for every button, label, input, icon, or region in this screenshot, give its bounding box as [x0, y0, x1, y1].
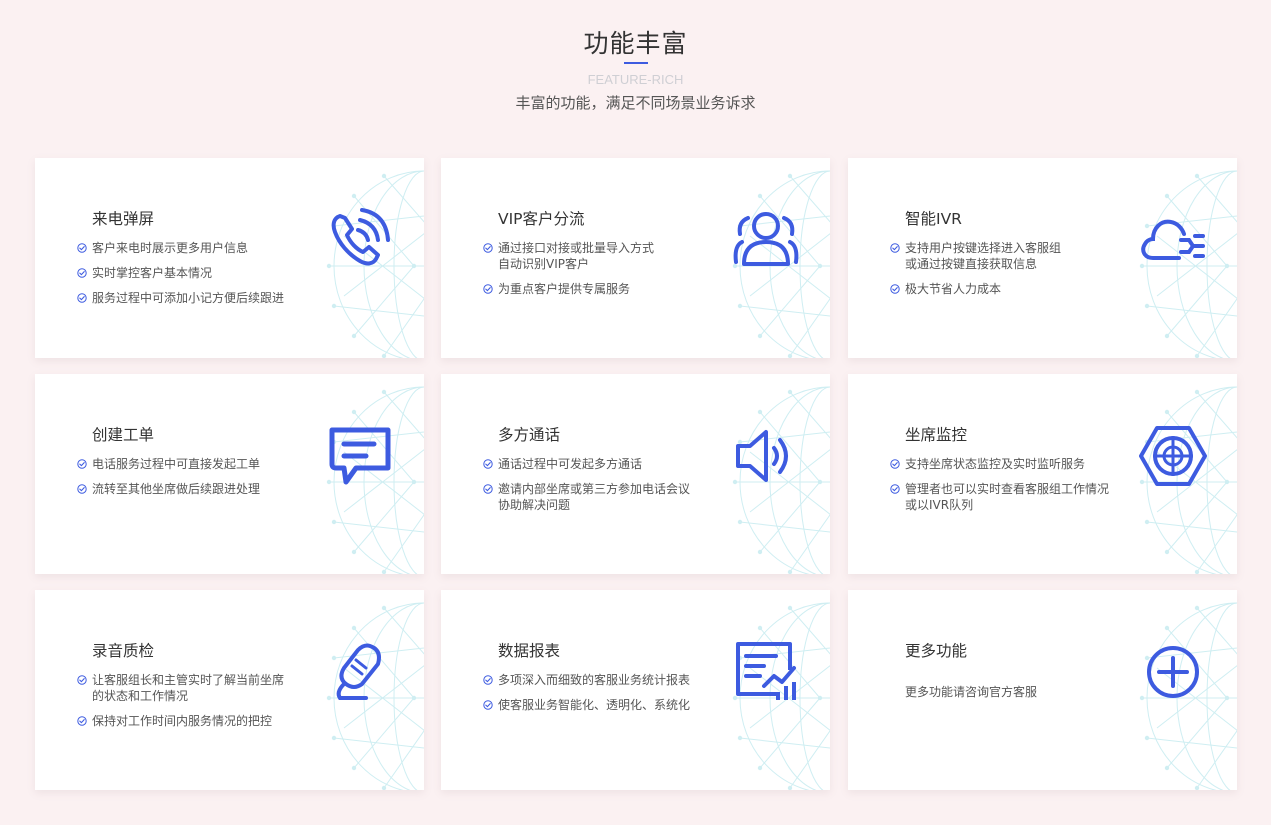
check-circle-icon [77, 716, 87, 726]
list-item-text: 自动识别VIP客户 [498, 257, 589, 271]
list-item: 实时掌控客户基本情况 [77, 265, 337, 281]
list-item-text: 邀请内部坐席或第三方参加电话会议 [498, 482, 691, 496]
check-circle-icon [890, 284, 900, 294]
list-item: 为重点客户提供专属服务 [483, 281, 743, 297]
list-item-text: 极大节省人力成本 [905, 282, 1002, 296]
list-item: 通过接口对接或批量导入方式 自动识别VIP客户 [483, 240, 743, 272]
list-item-text: 的状态和工作情况 [92, 689, 189, 703]
check-circle-icon [890, 459, 900, 469]
check-circle-icon [890, 484, 900, 494]
title-underline [624, 62, 648, 64]
feature-card[interactable]: 多方通话通话过程中可发起多方通话邀请内部坐席或第三方参加电话会议 协助解决问题 [441, 374, 830, 574]
check-circle-icon [890, 243, 900, 253]
check-circle-icon [77, 459, 87, 469]
feature-card[interactable]: 更多功能更多功能请咨询官方客服 [848, 590, 1237, 790]
feature-list: 通话过程中可发起多方通话邀请内部坐席或第三方参加电话会议 协助解决问题 [483, 456, 743, 522]
check-circle-icon [483, 700, 493, 710]
list-item-text: 协助解决问题 [498, 498, 571, 512]
check-circle-icon [483, 243, 493, 253]
card-description: 更多功能请咨询官方客服 [905, 685, 1038, 699]
card-title: 来电弹屏 [92, 210, 155, 228]
check-circle-icon [483, 459, 493, 469]
subtitle-cn: 丰富的功能，满足不同场景业务诉求 [515, 94, 756, 112]
check-circle-icon [77, 675, 87, 685]
list-item-text: 通过接口对接或批量导入方式 [498, 241, 655, 255]
feature-card[interactable]: 坐席监控支持坐席状态监控及实时监听服务管理者也可以实时查看客服组工作情况 或以IV… [848, 374, 1237, 574]
list-item-text: 实时掌控客户基本情况 [92, 266, 213, 280]
feature-card[interactable]: 数据报表多项深入而细致的客服业务统计报表 使客服业务智能化、透明化、系统化 [441, 590, 830, 790]
check-circle-icon [483, 284, 493, 294]
card-title: 更多功能 [905, 642, 968, 660]
list-item-text: 或通过按键直接获取信息 [905, 257, 1038, 271]
list-item: 管理者也可以实时查看客服组工作情况 或以IVR队列 [890, 481, 1150, 513]
list-item-text: 或以IVR队列 [905, 498, 974, 512]
feature-card[interactable]: 来电弹屏客户来电时展示更多用户信息 实时掌控客户基本情况服务过程中可添加小记方便后… [35, 158, 424, 358]
plus-circle-icon [1147, 646, 1199, 698]
feature-list: 客户来电时展示更多用户信息 实时掌控客户基本情况服务过程中可添加小记方便后续跟进 [77, 240, 337, 315]
feature-list: 让客服组长和主管实时了解当前坐席 的状态和工作情况保持对工作时间内服务情况的把控 [77, 672, 337, 738]
list-item-text: 客户来电时展示更多用户信息 [92, 241, 249, 255]
list-item: 保持对工作时间内服务情况的把控 [77, 713, 337, 729]
check-circle-icon [77, 268, 87, 278]
list-item: 流转至其他坐席做后续跟进处理 [77, 481, 337, 497]
card-title: 坐席监控 [905, 426, 968, 444]
list-item-text: 管理者也可以实时查看客服组工作情况 [905, 482, 1110, 496]
feature-list: 多项深入而细致的客服业务统计报表 使客服业务智能化、透明化、系统化 [483, 672, 743, 722]
feature-list: 支持用户按键选择进入客服组 或通过按键直接获取信息 极大节省人力成本 [890, 240, 1150, 306]
check-circle-icon [483, 675, 493, 685]
list-item-text: 让客服组长和主管实时了解当前坐席 [92, 673, 285, 687]
list-item-text: 通话过程中可发起多方通话 [498, 457, 643, 471]
card-title: 多方通话 [498, 426, 561, 444]
list-item: 电话服务过程中可直接发起工单 [77, 456, 337, 472]
check-circle-icon [77, 243, 87, 253]
list-item-text: 服务过程中可添加小记方便后续跟进 [92, 291, 285, 305]
check-circle-icon [77, 293, 87, 303]
card-title: 智能IVR [905, 210, 962, 228]
list-item: 支持坐席状态监控及实时监听服务 [890, 456, 1150, 472]
list-item-text: 多项深入而细致的客服业务统计报表 [498, 673, 691, 687]
list-item: 让客服组长和主管实时了解当前坐席 的状态和工作情况 [77, 672, 337, 704]
list-item-text: 支持用户按键选择进入客服组 [905, 241, 1062, 255]
card-title: 数据报表 [498, 642, 561, 660]
feature-list: 支持坐席状态监控及实时监听服务管理者也可以实时查看客服组工作情况 或以IVR队列 [890, 456, 1150, 522]
feature-list: 电话服务过程中可直接发起工单 流转至其他坐席做后续跟进处理 [77, 456, 337, 506]
list-item: 支持用户按键选择进入客服组 或通过按键直接获取信息 [890, 240, 1150, 272]
list-item-text: 保持对工作时间内服务情况的把控 [92, 714, 273, 728]
feature-card[interactable]: 创建工单电话服务过程中可直接发起工单 流转至其他坐席做后续跟进处理 [35, 374, 424, 574]
list-item: 邀请内部坐席或第三方参加电话会议 协助解决问题 [483, 481, 743, 513]
list-item: 客户来电时展示更多用户信息 [77, 240, 337, 256]
list-item: 多项深入而细致的客服业务统计报表 [483, 672, 743, 688]
feature-card[interactable]: VIP客户分流通过接口对接或批量导入方式 自动识别VIP客户为重点客户提供专属服务 [441, 158, 830, 358]
list-item-text: 流转至其他坐席做后续跟进处理 [92, 482, 261, 496]
subtitle-en: FEATURE-RICH [587, 72, 684, 87]
feature-card[interactable]: 录音质检让客服组长和主管实时了解当前坐席 的状态和工作情况保持对工作时间内服务情况… [35, 590, 424, 790]
list-item-text: 使客服业务智能化、透明化、系统化 [498, 698, 691, 712]
list-item: 通话过程中可发起多方通话 [483, 456, 743, 472]
list-item-text: 为重点客户提供专属服务 [498, 282, 631, 296]
feature-list: 通过接口对接或批量导入方式 自动识别VIP客户为重点客户提供专属服务 [483, 240, 743, 306]
list-item: 使客服业务智能化、透明化、系统化 [483, 697, 743, 713]
card-title: VIP客户分流 [498, 210, 585, 228]
page-title: 功能丰富 [583, 29, 688, 58]
feature-card[interactable]: 智能IVR 支持用户按键选择进入客服组 或通过按键直接获取信息 极大节省人力成本 [848, 158, 1237, 358]
check-circle-icon [483, 484, 493, 494]
list-item: 服务过程中可添加小记方便后续跟进 [77, 290, 337, 306]
list-item-text: 电话服务过程中可直接发起工单 [92, 457, 261, 471]
card-title: 录音质检 [92, 642, 155, 660]
card-title: 创建工单 [92, 426, 155, 444]
list-item: 极大节省人力成本 [890, 281, 1150, 297]
check-circle-icon [77, 484, 87, 494]
list-item-text: 支持坐席状态监控及实时监听服务 [905, 457, 1086, 471]
